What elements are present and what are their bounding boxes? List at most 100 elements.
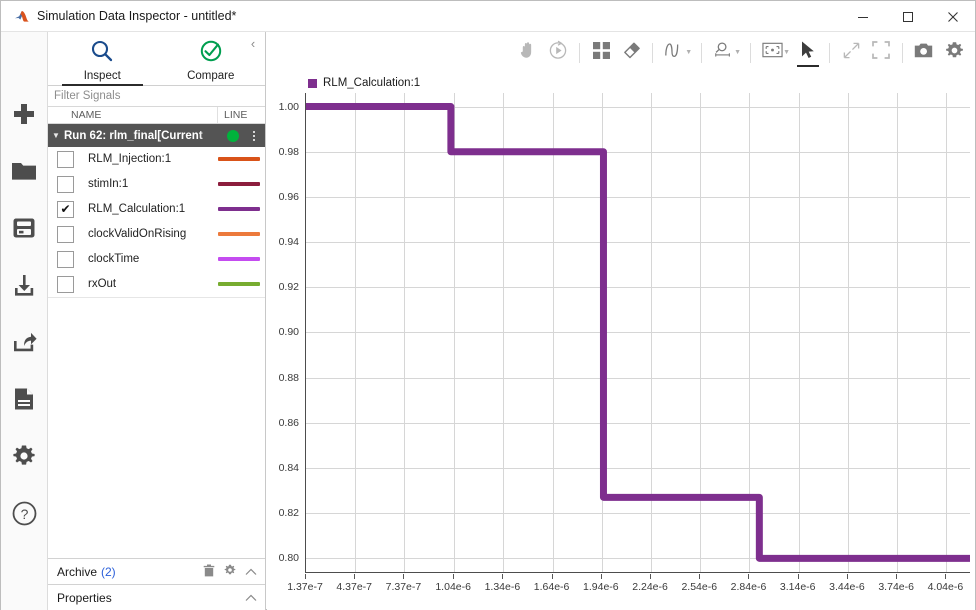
x-tick-mark: [798, 574, 799, 579]
tab-inspect-label: Inspect: [84, 70, 121, 82]
signal-row[interactable]: rxOut: [48, 272, 265, 297]
y-tick-label: 0.90: [279, 326, 299, 338]
signal-label: clockValidOnRising: [74, 228, 218, 240]
x-tick-label: 2.24e-6: [632, 581, 668, 593]
signal-line-cell: [218, 157, 265, 161]
run-row[interactable]: ▼ Run 62: rlm_final[Current: [48, 124, 265, 147]
run-label: Run 62: rlm_final[Current: [64, 130, 227, 142]
fullscreen-tool[interactable]: [866, 38, 896, 68]
archive-label: Archive: [57, 565, 97, 579]
minimize-button[interactable]: [840, 1, 885, 32]
close-button[interactable]: [930, 1, 975, 32]
save-floppy-icon: [12, 216, 36, 245]
simulation-data-inspector-window: Simulation Data Inspector - untitled*: [0, 0, 976, 610]
diagonal-arrows-icon: [842, 41, 861, 65]
signal-color-swatch: [218, 232, 260, 236]
tab-inspect[interactable]: Inspect: [48, 32, 157, 85]
new-button[interactable]: [1, 88, 47, 145]
signal-checkbox[interactable]: [57, 276, 74, 293]
select-tool[interactable]: [793, 38, 823, 68]
column-header-name: NAME: [48, 107, 218, 123]
archive-section[interactable]: Archive (2): [48, 558, 265, 584]
x-axis: 1.37e-74.37e-77.37e-71.04e-61.34e-61.64e…: [305, 574, 970, 600]
x-tick-mark: [552, 574, 553, 579]
compare-check-icon: [198, 38, 224, 69]
column-header-line: LINE: [218, 107, 265, 123]
export-button[interactable]: [1, 316, 47, 373]
x-tick-label: 3.74e-6: [878, 581, 914, 593]
eraser-icon: [622, 41, 641, 65]
signal-checkbox[interactable]: [57, 226, 74, 243]
x-tick-mark: [699, 574, 700, 579]
run-status-indicator: [227, 130, 239, 142]
pan-tool[interactable]: [513, 38, 543, 68]
signal-checkbox[interactable]: [57, 176, 74, 193]
normalize-tool[interactable]: [659, 38, 689, 68]
properties-section[interactable]: Properties: [48, 584, 265, 610]
signal-label: clockTime: [74, 253, 218, 265]
cursor-measure-tool[interactable]: [708, 38, 738, 68]
signal-checkbox[interactable]: [57, 251, 74, 268]
y-tick-label: 0.88: [279, 372, 299, 384]
window-controls: [840, 1, 975, 32]
y-tick-label: 0.98: [279, 146, 299, 158]
import-button[interactable]: [1, 259, 47, 316]
save-button[interactable]: [1, 202, 47, 259]
settings-tool[interactable]: [939, 38, 969, 68]
chevron-up-icon[interactable]: [245, 565, 257, 579]
chevron-up-icon[interactable]: [245, 591, 257, 605]
signal-line-cell: [218, 282, 265, 286]
report-button[interactable]: [1, 373, 47, 430]
signal-color-swatch: [218, 157, 260, 161]
panel-collapse-button[interactable]: ‹: [244, 34, 262, 52]
signal-row[interactable]: ✔RLM_Calculation:1: [48, 197, 265, 222]
preferences-button[interactable]: [1, 430, 47, 487]
signal-row[interactable]: clockTime: [48, 247, 265, 272]
signal-color-swatch: [218, 257, 260, 261]
replay-tool[interactable]: [543, 38, 573, 68]
y-tick-label: 0.84: [279, 462, 299, 474]
chart[interactable]: 1.000.980.960.940.920.900.880.860.840.82…: [267, 93, 975, 608]
play-circle-icon: [548, 40, 568, 65]
trash-icon[interactable]: [203, 564, 215, 580]
clear-tool[interactable]: [616, 38, 646, 68]
snapshot-tool[interactable]: [909, 38, 939, 68]
open-button[interactable]: [1, 145, 47, 202]
x-tick-mark: [650, 574, 651, 579]
archive-count: (2): [101, 565, 116, 579]
signal-checkbox[interactable]: ✔: [57, 201, 74, 218]
fit-axes-tool[interactable]: [836, 38, 866, 68]
signal-row[interactable]: RLM_Injection:1: [48, 147, 265, 172]
signal-line-cell: [218, 257, 265, 261]
toolbar-separator: [829, 43, 830, 63]
signal-color-swatch: [218, 282, 260, 286]
signal-row[interactable]: clockValidOnRising: [48, 222, 265, 247]
x-tick-label: 4.04e-6: [928, 581, 964, 593]
signal-checkbox[interactable]: [57, 151, 74, 168]
x-tick-mark: [403, 574, 404, 579]
zoom-region-tool[interactable]: [757, 38, 787, 68]
signal-row[interactable]: stimIn:1: [48, 172, 265, 197]
x-tick-mark: [748, 574, 749, 579]
signal-color-swatch: [218, 182, 260, 186]
legend-color-swatch: [308, 79, 317, 88]
plot-canvas[interactable]: [305, 93, 970, 573]
toolbar-separator: [902, 43, 903, 63]
y-tick-label: 0.86: [279, 417, 299, 429]
x-tick-mark: [896, 574, 897, 579]
y-tick-label: 0.80: [279, 552, 299, 564]
run-menu-button[interactable]: [247, 131, 261, 141]
layout-tool[interactable]: [586, 38, 616, 68]
run-expand-caret[interactable]: ▼: [48, 131, 64, 140]
y-axis: 1.000.980.960.940.920.900.880.860.840.82…: [267, 93, 305, 573]
folder-icon: [11, 159, 37, 188]
gear-icon[interactable]: [224, 564, 236, 579]
panel-spacer: [48, 297, 265, 558]
gear-icon: [12, 444, 36, 473]
x-tick-label: 3.14e-6: [780, 581, 816, 593]
signal-line-cell: [218, 232, 265, 236]
window-title: Simulation Data Inspector - untitled*: [37, 9, 236, 23]
help-button[interactable]: ?: [1, 487, 47, 544]
maximize-button[interactable]: [885, 1, 930, 32]
search-input[interactable]: [54, 90, 265, 102]
